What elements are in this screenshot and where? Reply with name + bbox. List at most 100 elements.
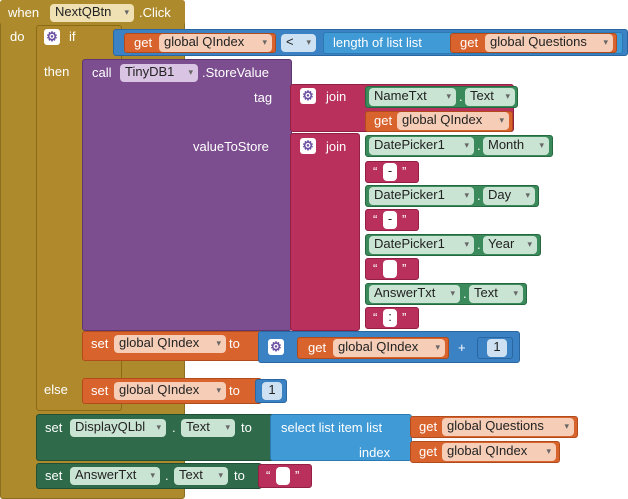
property-dropdown[interactable]: Month ▾ <box>483 137 549 155</box>
join-label: join <box>326 89 347 104</box>
quote-open: “ <box>373 310 378 325</box>
quote-close: ” <box>402 310 407 325</box>
gear-icon[interactable]: ⚙ <box>44 29 60 45</box>
chevron-down-icon[interactable]: ▾ <box>188 64 193 80</box>
chevron-down-icon[interactable]: ▾ <box>216 382 221 398</box>
component-dropdown[interactable]: TinyDB1 ▾ <box>120 64 198 82</box>
chevron-down-icon[interactable]: ▾ <box>450 285 455 301</box>
gear-icon[interactable]: ⚙ <box>300 138 316 154</box>
to-label: to <box>234 468 245 483</box>
chevron-down-icon[interactable]: ▾ <box>505 88 510 104</box>
quote-close: ” <box>402 164 407 179</box>
chevron-down-icon[interactable]: ▾ <box>306 34 311 50</box>
chevron-down-icon[interactable]: ▾ <box>464 236 469 252</box>
number-value[interactable]: 1 <box>262 382 282 400</box>
chevron-down-icon[interactable]: ▾ <box>525 187 530 203</box>
chevron-down-icon[interactable]: ▾ <box>216 335 221 351</box>
join-block[interactable] <box>290 133 360 331</box>
when-label: when <box>8 5 40 20</box>
get-label: get <box>460 35 479 50</box>
set-label: set <box>45 468 63 483</box>
get-label: get <box>308 340 327 355</box>
property-dropdown[interactable]: Day ▾ <box>483 187 535 205</box>
join-label: join <box>326 139 347 154</box>
chevron-down-icon[interactable]: ▾ <box>527 236 532 252</box>
plus-label: + <box>458 340 466 355</box>
chevron-down-icon[interactable]: ▾ <box>464 187 469 203</box>
string-value[interactable] <box>383 260 397 278</box>
chevron-down-icon[interactable]: ▾ <box>218 467 223 483</box>
chevron-down-icon[interactable]: ▾ <box>546 443 551 459</box>
component-dropdown[interactable]: DisplayQLbl ▾ <box>70 419 166 437</box>
var-dropdown[interactable]: global Questions ▾ <box>442 418 574 436</box>
dot-label: . <box>477 138 481 153</box>
to-label: to <box>241 420 252 435</box>
chevron-down-icon[interactable]: ▾ <box>513 285 518 301</box>
string-value[interactable]: - <box>383 211 397 229</box>
dot-label: . <box>477 188 481 203</box>
var-dropdown[interactable]: global Questions ▾ <box>485 34 613 52</box>
property-dropdown[interactable]: Year ▾ <box>483 236 537 254</box>
set-label: set <box>45 420 63 435</box>
chevron-down-icon[interactable]: ▾ <box>539 137 544 153</box>
var-dropdown[interactable]: global QIndex ▾ <box>397 112 509 130</box>
operator-dropdown[interactable]: < ▾ <box>281 34 316 52</box>
dot-label: . <box>165 468 169 483</box>
var-dropdown[interactable]: global QIndex ▾ <box>442 443 556 461</box>
string-value[interactable]: : <box>383 309 397 327</box>
component-dropdown[interactable]: AnswerTxt ▾ <box>70 467 160 485</box>
method-label: .StoreValue <box>202 65 269 80</box>
number-value[interactable]: 1 <box>487 339 507 357</box>
chevron-down-icon[interactable]: ▾ <box>124 4 129 20</box>
chevron-down-icon[interactable]: ▾ <box>603 34 608 50</box>
get-label: get <box>134 35 153 50</box>
chevron-down-icon[interactable]: ▾ <box>564 418 569 434</box>
dot-label: . <box>459 89 463 104</box>
gear-icon[interactable]: ⚙ <box>268 339 284 355</box>
chevron-down-icon[interactable]: ▾ <box>435 339 440 355</box>
dot-label: . <box>477 237 481 252</box>
quote-close: ” <box>402 261 407 276</box>
component-dropdown[interactable]: DatePicker1 ▾ <box>369 236 474 254</box>
string-value[interactable] <box>276 467 290 485</box>
tag-label: tag <box>254 90 273 105</box>
to-label: to <box>229 336 240 351</box>
var-dropdown[interactable]: global QIndex ▾ <box>114 382 226 400</box>
get-label: get <box>374 113 393 128</box>
var-dropdown[interactable]: global QIndex ▾ <box>114 335 226 353</box>
quote-close: ” <box>295 468 300 483</box>
chevron-down-icon[interactable]: ▾ <box>262 34 267 50</box>
component-dropdown[interactable]: AnswerTxt ▾ <box>369 285 460 303</box>
quote-open: “ <box>373 261 378 276</box>
chevron-down-icon[interactable]: ▾ <box>150 467 155 483</box>
index-label: index <box>359 445 391 460</box>
select-list-item-label: select list item list <box>281 420 383 435</box>
gear-icon[interactable]: ⚙ <box>300 88 316 104</box>
property-dropdown[interactable]: Text ▾ <box>465 88 515 106</box>
component-dropdown[interactable]: DatePicker1 ▾ <box>369 187 474 205</box>
var-dropdown[interactable]: global QIndex ▾ <box>159 34 272 52</box>
quote-close: ” <box>402 212 407 227</box>
to-label: to <box>229 383 240 398</box>
chevron-down-icon[interactable]: ▾ <box>225 419 230 435</box>
set-label: set <box>91 383 109 398</box>
chevron-down-icon[interactable]: ▾ <box>499 112 504 128</box>
event-name: .Click <box>139 5 171 20</box>
component-dropdown[interactable]: NameTxt ▾ <box>369 88 456 106</box>
chevron-down-icon[interactable]: ▾ <box>464 137 469 153</box>
chevron-down-icon[interactable]: ▾ <box>156 419 161 435</box>
property-dropdown[interactable]: Text ▾ <box>174 467 228 485</box>
quote-open: “ <box>373 164 378 179</box>
component-dropdown[interactable]: DatePicker1 ▾ <box>369 137 474 155</box>
call-label: call <box>92 65 112 80</box>
get-label: get <box>419 419 438 434</box>
chevron-down-icon[interactable]: ▾ <box>446 88 451 104</box>
property-dropdown[interactable]: Text ▾ <box>469 285 523 303</box>
get-label: get <box>419 444 438 459</box>
var-dropdown[interactable]: global QIndex ▾ <box>333 339 445 357</box>
string-value[interactable]: - <box>383 163 397 181</box>
quote-open: “ <box>266 468 271 483</box>
property-dropdown[interactable]: Text ▾ <box>181 419 235 437</box>
event-component-dropdown[interactable]: NextQBtn ▾ <box>50 4 134 22</box>
dot-label: . <box>463 286 467 301</box>
